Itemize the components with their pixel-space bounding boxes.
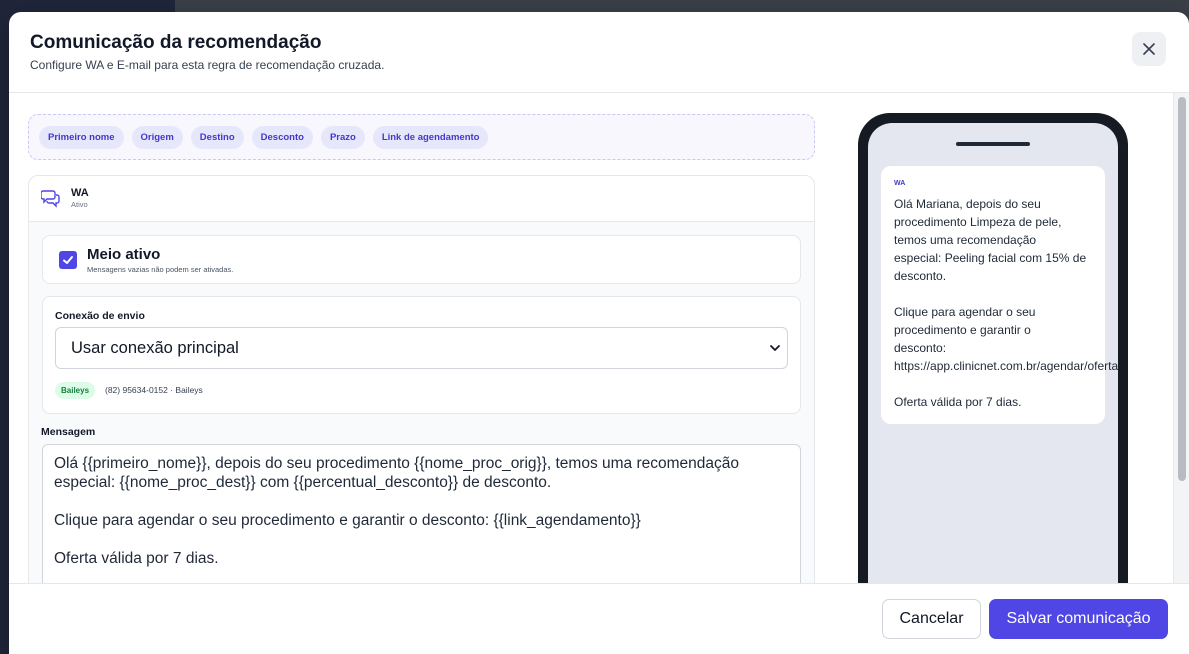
token-destino[interactable]: Destino bbox=[190, 125, 244, 149]
message-label: Mensagem bbox=[41, 426, 96, 438]
variable-tokens: Primeiro nome Origem Destino Desconto Pr… bbox=[28, 114, 815, 160]
active-hint: Mensagens vazias não podem ser ativadas. bbox=[87, 265, 234, 274]
cancel-button[interactable]: Cancelar bbox=[882, 599, 981, 639]
check-icon bbox=[63, 256, 73, 264]
preview-message-text: Olá Mariana, depois do seu procedimento … bbox=[894, 197, 1119, 409]
modal-subtitle: Configure WA e E-mail para esta regra de… bbox=[30, 58, 385, 72]
preview-channel-tag: WA bbox=[894, 180, 906, 187]
active-toggle-box: Meio ativo Mensagens vazias não podem se… bbox=[42, 235, 801, 284]
chat-bubbles-icon bbox=[41, 190, 60, 208]
close-icon bbox=[1143, 43, 1155, 55]
wa-channel-name: WA bbox=[71, 187, 89, 199]
modal-title: Comunicação da recomendação bbox=[30, 32, 322, 53]
phone-speaker bbox=[956, 142, 1030, 146]
modal-header: Comunicação da recomendação Configure WA… bbox=[9, 12, 1189, 93]
token-origem[interactable]: Origem bbox=[131, 125, 183, 149]
connection-badge: Baileys bbox=[55, 382, 96, 399]
connection-box: Conexão de envio Usar conexão principal … bbox=[42, 296, 801, 414]
token-link-agendamento[interactable]: Link de agendamento bbox=[372, 125, 489, 149]
preview-column: WA Olá Mariana, depois do seu procedimen… bbox=[826, 93, 1173, 583]
scrollbar[interactable] bbox=[1173, 93, 1189, 583]
connection-label: Conexão de envio bbox=[55, 310, 145, 322]
message-textarea[interactable]: Olá {{primeiro_nome}}, depois do seu pro… bbox=[42, 444, 801, 583]
token-primeiro-nome[interactable]: Primeiro nome bbox=[39, 125, 124, 149]
scrollbar-thumb[interactable] bbox=[1178, 97, 1186, 481]
active-label: Meio ativo bbox=[87, 246, 161, 263]
preview-message-bubble: WA Olá Mariana, depois do seu procedimen… bbox=[881, 166, 1118, 424]
connection-select[interactable]: Usar conexão principal bbox=[55, 327, 788, 369]
token-prazo[interactable]: Prazo bbox=[320, 125, 365, 149]
token-desconto[interactable]: Desconto bbox=[251, 125, 313, 149]
active-checkbox[interactable] bbox=[59, 251, 77, 269]
wa-channel-status: Ativo bbox=[71, 200, 88, 209]
phone-mockup: WA Olá Mariana, depois do seu procedimen… bbox=[858, 113, 1128, 583]
modal-footer: Cancelar Salvar comunicação bbox=[9, 583, 1189, 654]
save-communication-button[interactable]: Salvar comunicação bbox=[989, 599, 1168, 639]
wa-channel-card: WA Ativo Meio ativo Mensagens vazias não… bbox=[28, 175, 815, 583]
communication-modal: Comunicação da recomendação Configure WA… bbox=[9, 12, 1189, 654]
wa-card-body: Meio ativo Mensagens vazias não podem se… bbox=[29, 222, 814, 583]
wa-card-header: WA Ativo bbox=[29, 176, 814, 222]
connection-select-value: Usar conexão principal bbox=[71, 338, 239, 357]
modal-body: Primeiro nome Origem Destino Desconto Pr… bbox=[9, 93, 1189, 583]
close-button[interactable] bbox=[1132, 32, 1166, 66]
connection-info: (82) 95634-0152 · Baileys bbox=[105, 385, 203, 395]
phone-screen: WA Olá Mariana, depois do seu procedimen… bbox=[868, 123, 1118, 583]
chevron-down-icon bbox=[770, 345, 780, 351]
